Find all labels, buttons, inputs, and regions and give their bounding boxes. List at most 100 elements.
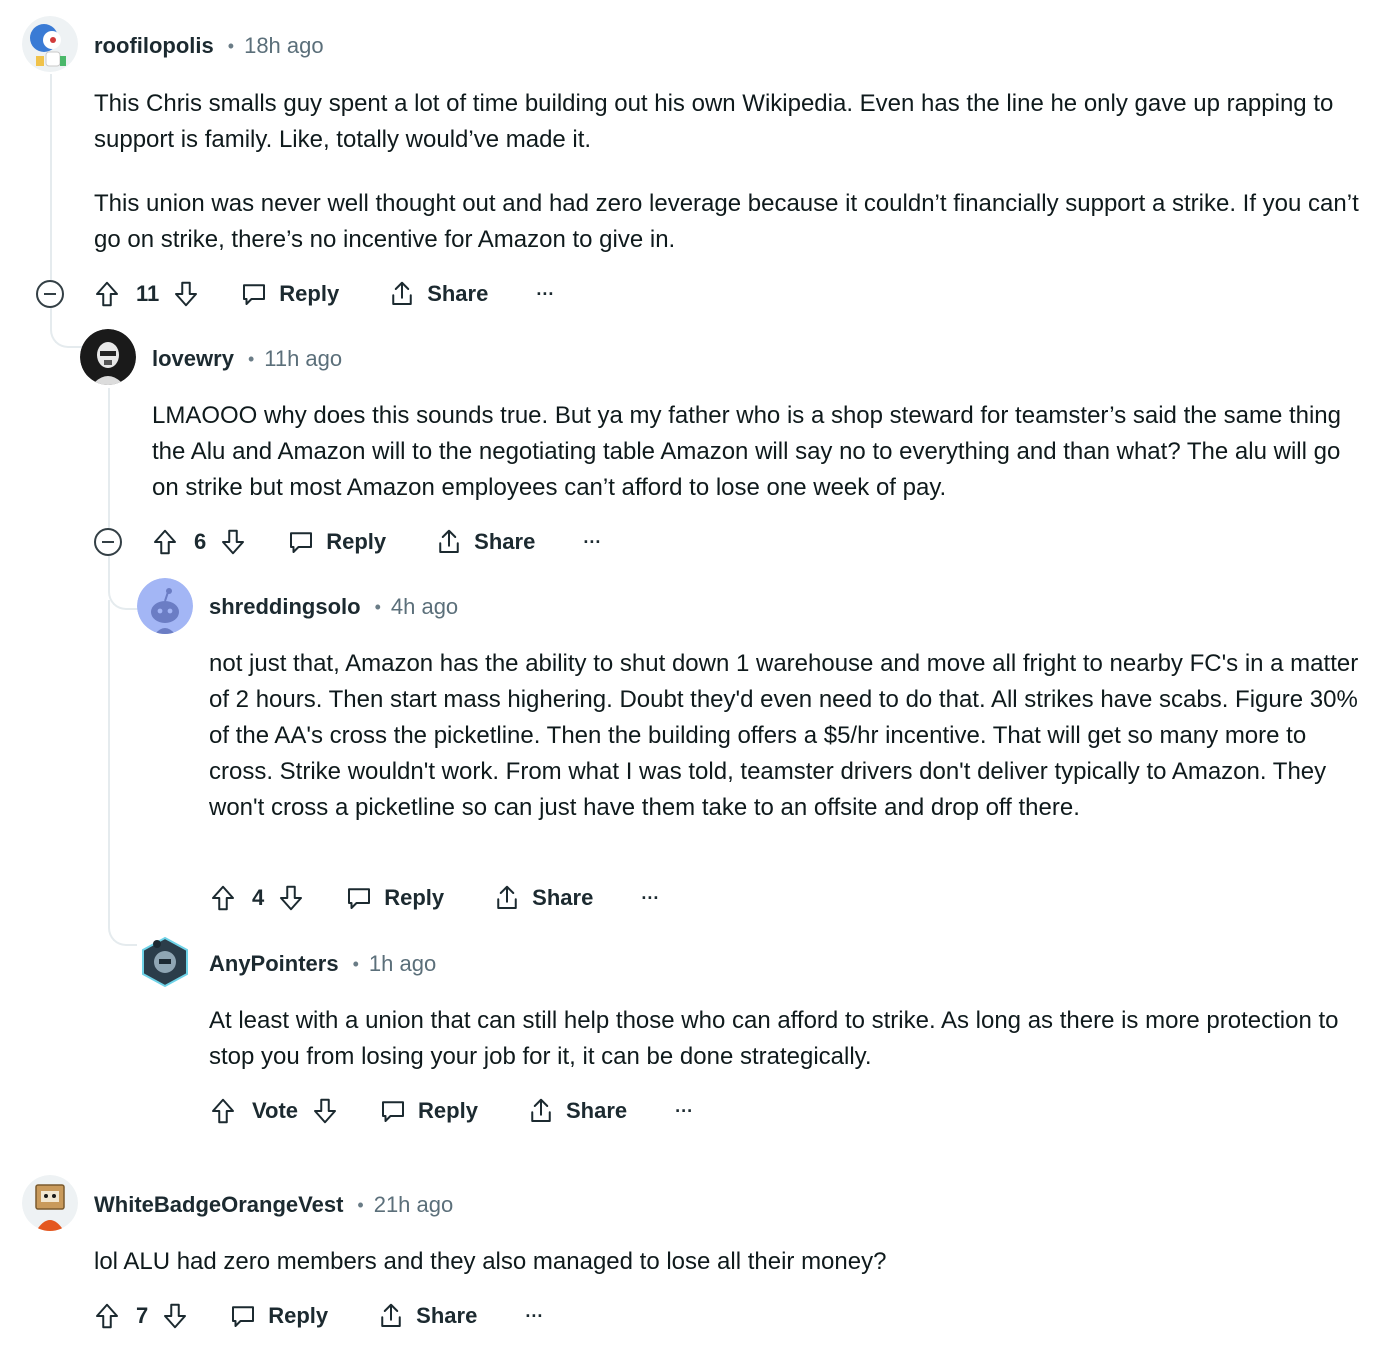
more-icon: ··· [641,887,660,908]
thread-line [50,74,52,280]
upvote-button[interactable] [208,1096,238,1126]
downvote-icon [280,885,303,911]
avatar[interactable] [22,16,78,72]
avatar[interactable] [80,329,136,385]
share-icon [392,281,412,305]
avatar[interactable] [22,1175,78,1231]
comment-paragraph: LMAOOO why does this sounds true. But ya… [152,402,1341,501]
thread-branch [108,600,140,946]
reply-button[interactable]: Reply [344,883,444,913]
more-options-button[interactable]: ··· [525,1306,543,1327]
comment-meta: shreddingsolo • 4h ago [209,592,458,622]
avatar[interactable] [137,934,193,990]
downvote-icon [314,1098,337,1124]
share-label: Share [427,281,489,306]
upvote-icon [212,1098,234,1124]
more-icon: ··· [675,1100,694,1121]
timestamp[interactable]: 4h ago [391,594,458,620]
upvote-button[interactable] [92,1301,122,1331]
share-label: Share [416,1303,478,1328]
upvote-button[interactable] [150,527,180,557]
reply-button[interactable]: Reply [228,1301,328,1331]
vote-score: 6 [194,529,207,554]
more-options-button[interactable]: ··· [675,1101,693,1122]
thread-branch [50,306,82,348]
separator-dot: • [352,953,359,974]
comment-paragraph: This union was never well thought out an… [94,190,1359,253]
comment-paragraph: lol ALU had zero members and they also m… [94,1248,887,1275]
upvote-button[interactable] [208,883,238,913]
separator-dot: • [357,1194,364,1215]
reply-bubble-icon [232,1306,255,1327]
upvote-icon [96,281,118,307]
author-name[interactable]: roofilopolis [94,33,214,59]
share-button[interactable]: Share [492,883,593,913]
trooper-avatar-icon [80,329,136,385]
action-bar: Vote Reply Share ··· [208,1091,693,1131]
collapse-icon [44,293,56,295]
comment-meta: lovewry • 11h ago [152,344,342,374]
reply-button[interactable]: Reply [239,279,339,309]
reply-button[interactable]: Reply [378,1096,478,1126]
reply-button[interactable]: Reply [286,527,386,557]
separator-dot: • [247,348,255,369]
more-icon: ··· [536,283,555,304]
action-bar: 4 Reply Share ··· [208,878,659,918]
more-icon: ··· [525,1305,544,1326]
timestamp[interactable]: 18h ago [244,33,324,59]
share-button[interactable]: Share [526,1096,627,1126]
share-label: Share [532,885,594,910]
downvote-icon [222,529,245,555]
timestamp[interactable]: 1h ago [369,951,436,977]
author-name[interactable]: lovewry [152,346,234,372]
share-button[interactable]: Share [434,527,535,557]
author-name[interactable]: shreddingsolo [209,594,361,620]
author-name[interactable]: AnyPointers [209,951,339,977]
comment-body: At least with a union that can still hel… [209,1003,1359,1075]
upvote-button[interactable] [92,279,122,309]
downvote-button[interactable] [276,883,306,913]
downvote-button[interactable] [171,279,201,309]
share-button[interactable]: Share [376,1301,477,1331]
share-button[interactable]: Share [387,279,488,309]
comment-meta: WhiteBadgeOrangeVest • 21h ago [94,1190,453,1220]
vote-score: 11 [136,281,160,306]
separator-dot: • [374,596,381,617]
reply-bubble-icon [290,532,313,553]
comment-meta: roofilopolis • 18h ago [94,31,324,61]
downvote-button[interactable] [160,1301,190,1331]
avatar[interactable] [137,578,193,634]
comment-paragraph: This Chris smalls guy spent a lot of tim… [94,90,1334,153]
more-icon: ··· [583,531,602,552]
vote-score: 7 [136,1303,149,1328]
more-options-button[interactable]: ··· [536,284,554,305]
collapse-button[interactable] [36,280,64,308]
author-name[interactable]: WhiteBadgeOrangeVest [94,1192,343,1218]
reply-label: Reply [418,1098,478,1123]
downvote-icon [164,1303,187,1329]
upvote-icon [212,885,234,911]
vote-label: Vote [252,1098,299,1123]
timestamp[interactable]: 21h ago [374,1192,454,1218]
reply-label: Reply [268,1303,329,1328]
reply-bubble-icon [243,284,266,305]
upvote-icon [154,529,176,555]
hooded-avatar-icon [137,934,193,990]
reply-bubble-icon [348,888,371,909]
snoo-avatar-icon [137,578,193,634]
comment-body: lol ALU had zero members and they also m… [94,1244,1344,1280]
collapse-icon [102,541,114,543]
robot-avatar-icon [22,16,78,72]
box-robot-avatar-icon [22,1175,78,1231]
more-options-button[interactable]: ··· [583,532,601,553]
downvote-button[interactable] [218,527,248,557]
share-label: Share [474,529,536,554]
action-bar: 11 Reply Share ··· [92,274,554,314]
separator-dot: • [227,35,235,56]
share-icon [439,529,459,553]
comment-paragraph: not just that, Amazon has the ability to… [209,650,1359,821]
more-options-button[interactable]: ··· [641,888,659,909]
timestamp[interactable]: 11h ago [264,346,342,372]
downvote-button[interactable] [310,1096,340,1126]
collapse-button[interactable] [94,528,122,556]
